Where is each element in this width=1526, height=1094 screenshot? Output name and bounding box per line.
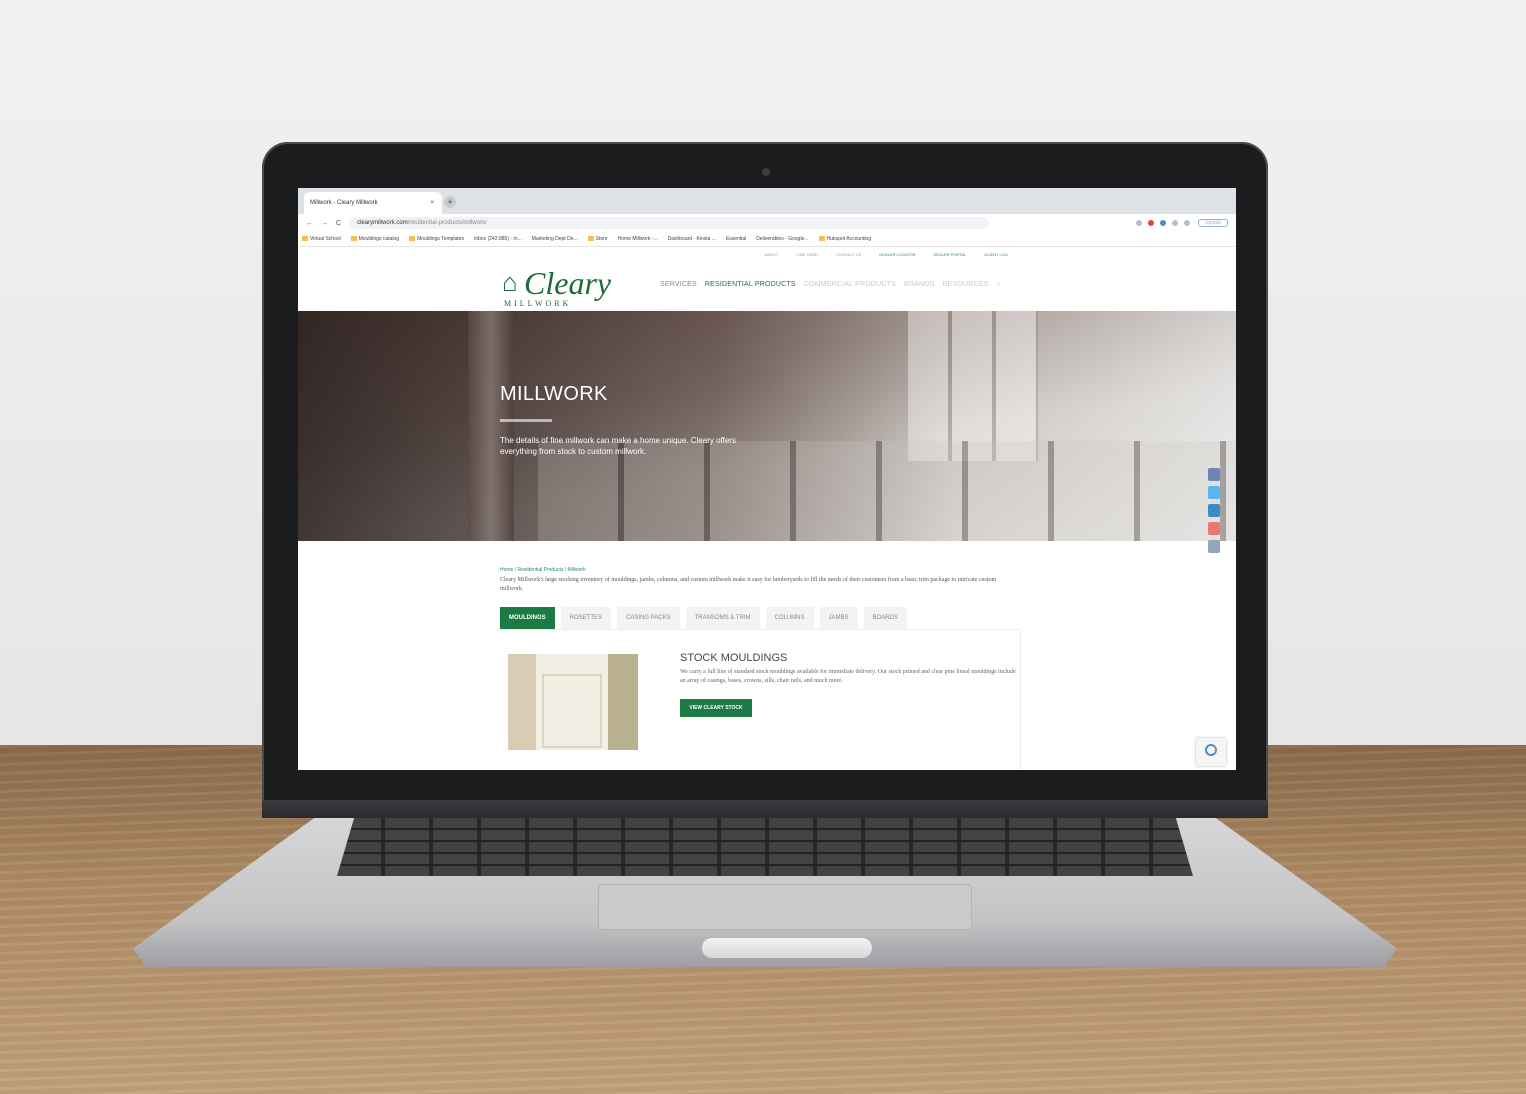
twitter-icon[interactable] — [1208, 486, 1220, 499]
tab-title: Millwork - Cleary Millwork — [310, 200, 378, 206]
bookmark-item[interactable]: Marketing Dept Do... — [532, 236, 578, 242]
tab-columns[interactable]: COLUMNS — [765, 607, 814, 629]
laptop-notch — [702, 938, 872, 958]
folder-icon — [350, 236, 357, 242]
nav-brands[interactable]: BRANDS — [904, 281, 934, 289]
extension-icon[interactable] — [1171, 220, 1178, 226]
forward-button[interactable]: → — [321, 220, 328, 227]
update-button[interactable]: Update — [1197, 219, 1228, 227]
back-button[interactable]: ← — [306, 220, 313, 227]
laptop-trackpad — [598, 884, 972, 930]
email-icon[interactable] — [1208, 540, 1220, 553]
breadcrumb[interactable]: Home / Residential Products / Millwork — [500, 567, 1236, 573]
primary-nav-links: SERVICES RESIDENTIAL PRODUCTS COMMERCIAL… — [660, 281, 1001, 289]
tab-rosettes[interactable]: ROSETTES — [560, 607, 612, 629]
address-bar-row: ← → C clearymillwork.com/residential-pro… — [298, 214, 1236, 232]
logo-name: Cleary — [524, 265, 612, 301]
reload-button[interactable]: C — [336, 220, 341, 227]
new-tab-button[interactable]: + — [444, 196, 456, 208]
hero-banner: MILLWORK The details of fine millwork ca… — [298, 311, 1236, 541]
main-content: Home / Residential Products / Millwork C… — [298, 567, 1236, 770]
facebook-icon[interactable] — [1208, 468, 1220, 481]
folder-icon — [587, 236, 594, 242]
url-field[interactable]: clearymillwork.com/residential-products/… — [349, 217, 990, 229]
nav-commercial-products[interactable]: COMMERCIAL PRODUCTS — [804, 281, 896, 289]
intro-text: Cleary Millwork's large stocking invento… — [500, 577, 997, 592]
view-cleary-stock-button[interactable]: VIEW CLEARY STOCK — [680, 699, 752, 717]
hero-column — [468, 311, 514, 541]
utility-link[interactable]: DEALER LOCATOR — [879, 252, 915, 257]
laptop-hinge — [262, 800, 1268, 818]
utility-link[interactable]: CONTACT US — [836, 252, 862, 257]
section-title: STOCK MOULDINGS — [680, 652, 788, 664]
recaptcha-icon — [1205, 744, 1217, 756]
close-tab-icon[interactable]: × — [430, 200, 434, 206]
house-icon: ⌂ — [502, 267, 518, 297]
bookmark-item[interactable]: Dashboard · Kinsta ... — [668, 236, 716, 242]
bookmark-item[interactable]: Essential — [726, 236, 746, 242]
social-share-bar — [1208, 468, 1220, 553]
browser-tab-bar: Millwork - Cleary Millwork × + — [298, 188, 1236, 214]
tab-mouldings[interactable]: MOULDINGS — [500, 607, 555, 629]
bookmark-item[interactable]: Mouldings Templates — [409, 236, 464, 242]
hero-divider — [500, 419, 552, 422]
hero-window — [908, 311, 1038, 461]
recaptcha-badge[interactable] — [1196, 738, 1226, 766]
youtube-icon[interactable] — [1208, 522, 1220, 535]
url-host: clearymillwork.com — [357, 220, 408, 226]
tab-casing-packs[interactable]: CASING PACKS — [617, 607, 680, 629]
laptop-keyboard — [337, 818, 1193, 876]
extension-icon[interactable] — [1135, 220, 1142, 226]
folder-icon — [409, 236, 416, 242]
utility-link[interactable]: ABOUT — [765, 252, 779, 257]
logo-subtitle: MILLWORK — [504, 299, 572, 308]
extension-icon[interactable] — [1159, 220, 1166, 226]
hero-title: MILLWORK — [500, 383, 608, 405]
bookmark-item[interactable]: Deliverables · Google... — [756, 236, 808, 242]
url-path: /residential-products/millwork/ — [407, 220, 487, 226]
webcam — [762, 168, 770, 176]
site-logo[interactable]: ⌂ Cleary MILLWORK — [498, 263, 612, 309]
main-nav: ⌂ Cleary MILLWORK SERVICES RESIDENTIAL P… — [298, 261, 1236, 311]
tab-panel: STOCK MOULDINGS We carry a full line of … — [500, 629, 1021, 770]
bookmark-item[interactable]: Inbox (242,885) - m... — [474, 236, 522, 242]
extension-icon[interactable] — [1147, 220, 1154, 226]
bookmark-item[interactable]: Hubspot Accounting — [818, 236, 871, 242]
product-tabs: MOULDINGS ROSETTES CASING PACKS TRANSOMS… — [500, 607, 1236, 629]
utility-link[interactable]: DEALER PORTAL — [934, 252, 967, 257]
bookmark-item[interactable]: Mouldings catalog — [350, 236, 399, 242]
bookmark-item[interactable]: Home Millwork -... — [618, 236, 658, 242]
folder-icon — [818, 236, 825, 242]
utility-link[interactable]: CLIENT LOG — [984, 252, 1008, 257]
nav-services[interactable]: SERVICES — [660, 281, 697, 289]
linkedin-icon[interactable] — [1208, 504, 1220, 517]
utility-nav: ABOUT LINE CARD CONTACT US DEALER LOCATO… — [298, 247, 1236, 261]
folder-icon — [302, 236, 308, 242]
utility-link[interactable]: LINE CARD — [796, 252, 817, 257]
profile-avatar[interactable] — [1183, 220, 1190, 226]
nav-resources[interactable]: RESOURCES — [942, 281, 988, 289]
tab-boards[interactable]: BOARDS — [863, 607, 907, 629]
panel-divider — [1020, 630, 1021, 770]
search-icon[interactable]: ⌕ — [997, 281, 1001, 289]
mouldings-photo — [508, 654, 638, 750]
tab-transoms-trim[interactable]: TRANSOMS & TRIM — [685, 607, 760, 629]
hero-text: The details of fine millwork can make a … — [500, 436, 736, 456]
nav-residential-products[interactable]: RESIDENTIAL PRODUCTS — [705, 281, 796, 289]
extension-icons — [1135, 220, 1190, 226]
bookmarks-bar: Virtual School Mouldings catalog Mouldin… — [298, 232, 1236, 247]
browser-tab[interactable]: Millwork - Cleary Millwork × — [304, 192, 442, 214]
tab-jambs[interactable]: JAMBS — [819, 607, 858, 629]
section-text: We carry a full line of standard stock m… — [680, 669, 1016, 684]
laptop-screen: Millwork - Cleary Millwork × + ← → C cle… — [298, 188, 1236, 770]
bookmark-item[interactable]: Store — [587, 236, 608, 242]
bookmark-item[interactable]: Virtual School — [302, 236, 341, 242]
